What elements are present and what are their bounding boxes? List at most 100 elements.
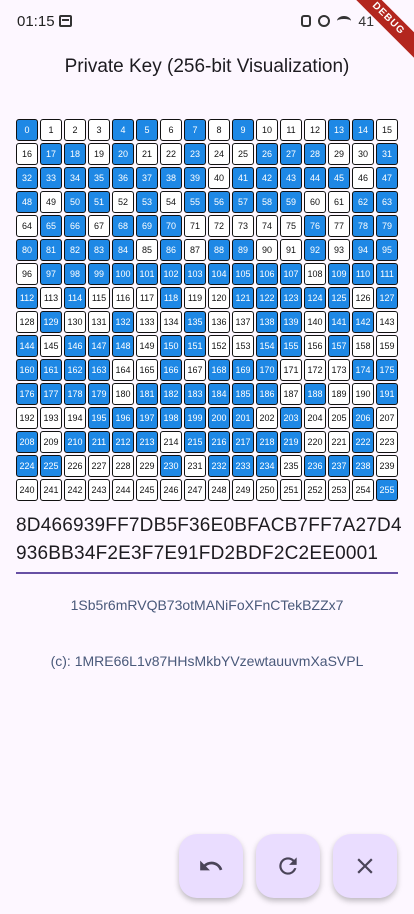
bit-cell[interactable]: 116 [112, 287, 134, 309]
bit-cell[interactable]: 189 [328, 383, 350, 405]
bit-cell[interactable]: 208 [16, 431, 38, 453]
bit-cell[interactable]: 75 [280, 215, 302, 237]
bit-cell[interactable]: 216 [208, 431, 230, 453]
bit-cell[interactable]: 242 [64, 479, 86, 501]
bit-cell[interactable]: 97 [40, 263, 62, 285]
bit-cell[interactable]: 169 [232, 359, 254, 381]
bit-cell[interactable]: 94 [352, 239, 374, 261]
bit-cell[interactable]: 73 [232, 215, 254, 237]
bit-cell[interactable]: 218 [256, 431, 278, 453]
bit-cell[interactable]: 114 [64, 287, 86, 309]
bit-cell[interactable]: 47 [376, 167, 398, 189]
bit-cell[interactable]: 222 [352, 431, 374, 453]
bit-cell[interactable]: 86 [160, 239, 182, 261]
bit-cell[interactable]: 30 [352, 143, 374, 165]
bit-cell[interactable]: 228 [112, 455, 134, 477]
bit-cell[interactable]: 90 [256, 239, 278, 261]
bit-cell[interactable]: 210 [64, 431, 86, 453]
bit-cell[interactable]: 24 [208, 143, 230, 165]
bit-cell[interactable]: 65 [40, 215, 62, 237]
bit-cell[interactable]: 8 [208, 119, 230, 141]
bit-cell[interactable]: 177 [40, 383, 62, 405]
bit-cell[interactable]: 148 [112, 335, 134, 357]
bit-cell[interactable]: 212 [112, 431, 134, 453]
bit-cell[interactable]: 46 [352, 167, 374, 189]
bit-cell[interactable]: 200 [208, 407, 230, 429]
bit-cell[interactable]: 36 [112, 167, 134, 189]
bit-cell[interactable]: 190 [352, 383, 374, 405]
bit-cell[interactable]: 202 [256, 407, 278, 429]
close-button[interactable] [333, 834, 397, 898]
bit-cell[interactable]: 133 [136, 311, 158, 333]
bit-cell[interactable]: 174 [352, 359, 374, 381]
bit-cell[interactable]: 44 [304, 167, 326, 189]
bit-cell[interactable]: 226 [64, 455, 86, 477]
bit-cell[interactable]: 158 [352, 335, 374, 357]
bit-cell[interactable]: 181 [136, 383, 158, 405]
bit-cell[interactable]: 102 [160, 263, 182, 285]
bit-cell[interactable]: 7 [184, 119, 206, 141]
bit-cell[interactable]: 50 [64, 191, 86, 213]
bit-cell[interactable]: 165 [136, 359, 158, 381]
bit-cell[interactable]: 32 [16, 167, 38, 189]
bit-cell[interactable]: 119 [184, 287, 206, 309]
bit-cell[interactable]: 157 [328, 335, 350, 357]
bit-cell[interactable]: 19 [88, 143, 110, 165]
bit-cell[interactable]: 211 [88, 431, 110, 453]
bit-cell[interactable]: 175 [376, 359, 398, 381]
bit-cell[interactable]: 156 [304, 335, 326, 357]
bit-cell[interactable]: 232 [208, 455, 230, 477]
bit-cell[interactable]: 230 [160, 455, 182, 477]
bit-cell[interactable]: 45 [328, 167, 350, 189]
bit-cell[interactable]: 14 [352, 119, 374, 141]
bit-cell[interactable]: 132 [112, 311, 134, 333]
bit-cell[interactable]: 207 [376, 407, 398, 429]
bit-cell[interactable]: 244 [112, 479, 134, 501]
bit-cell[interactable]: 195 [88, 407, 110, 429]
bit-cell[interactable]: 95 [376, 239, 398, 261]
bit-cell[interactable]: 23 [184, 143, 206, 165]
bit-cell[interactable]: 162 [64, 359, 86, 381]
bit-cell[interactable]: 227 [88, 455, 110, 477]
bit-cell[interactable]: 130 [64, 311, 86, 333]
bit-cell[interactable]: 237 [328, 455, 350, 477]
bit-cell[interactable]: 63 [376, 191, 398, 213]
bit-cell[interactable]: 144 [16, 335, 38, 357]
bit-cell[interactable]: 203 [280, 407, 302, 429]
bit-cell[interactable]: 146 [64, 335, 86, 357]
bit-cell[interactable]: 205 [328, 407, 350, 429]
bit-cell[interactable]: 147 [88, 335, 110, 357]
bit-cell[interactable]: 89 [232, 239, 254, 261]
bit-cell[interactable]: 134 [160, 311, 182, 333]
bit-cell[interactable]: 254 [352, 479, 374, 501]
bit-cell[interactable]: 171 [280, 359, 302, 381]
bit-cell[interactable]: 191 [376, 383, 398, 405]
bit-cell[interactable]: 126 [352, 287, 374, 309]
bit-cell[interactable]: 248 [208, 479, 230, 501]
bit-cell[interactable]: 111 [376, 263, 398, 285]
bit-cell[interactable]: 229 [136, 455, 158, 477]
bit-cell[interactable]: 108 [304, 263, 326, 285]
bit-cell[interactable]: 41 [232, 167, 254, 189]
undo-button[interactable] [179, 834, 243, 898]
bit-cell[interactable]: 138 [256, 311, 278, 333]
bit-cell[interactable]: 121 [232, 287, 254, 309]
bit-cell[interactable]: 204 [304, 407, 326, 429]
bit-cell[interactable]: 194 [64, 407, 86, 429]
bit-cell[interactable]: 53 [136, 191, 158, 213]
bit-cell[interactable]: 117 [136, 287, 158, 309]
bit-cell[interactable]: 240 [16, 479, 38, 501]
bit-cell[interactable]: 74 [256, 215, 278, 237]
bit-cell[interactable]: 187 [280, 383, 302, 405]
bit-cell[interactable]: 48 [16, 191, 38, 213]
bit-cell[interactable]: 37 [136, 167, 158, 189]
bit-cell[interactable]: 113 [40, 287, 62, 309]
bit-cell[interactable]: 92 [304, 239, 326, 261]
bit-cell[interactable]: 150 [160, 335, 182, 357]
bit-cell[interactable]: 167 [184, 359, 206, 381]
bit-cell[interactable]: 29 [328, 143, 350, 165]
bit-cell[interactable]: 241 [40, 479, 62, 501]
bit-cell[interactable]: 0 [16, 119, 38, 141]
bit-cell[interactable]: 61 [328, 191, 350, 213]
bit-cell[interactable]: 186 [256, 383, 278, 405]
